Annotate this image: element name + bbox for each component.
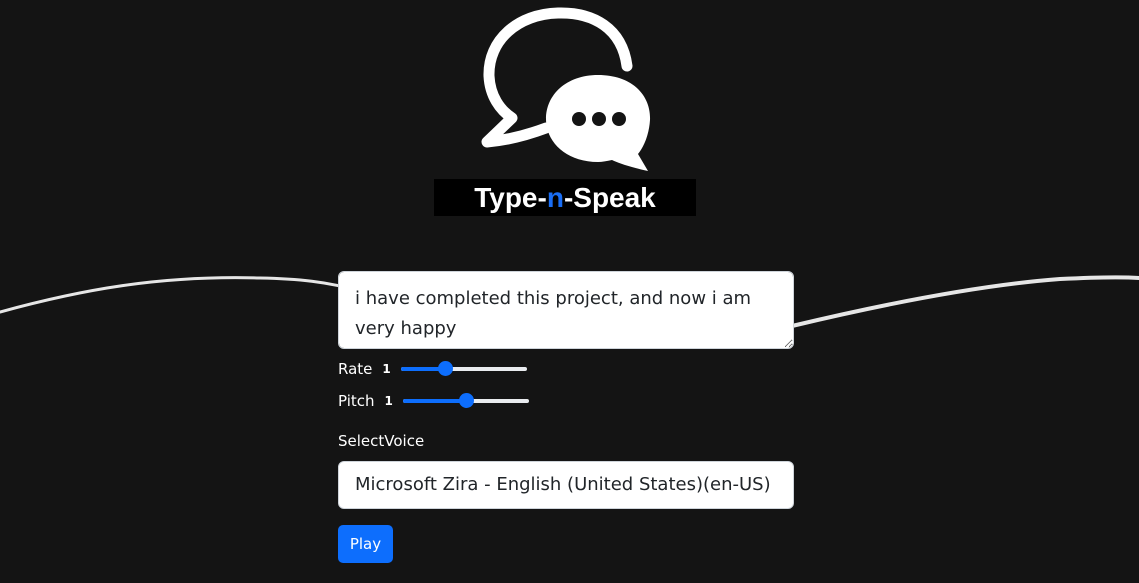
pitch-slider-thumb[interactable] (458, 393, 474, 408)
rate-label: Rate (338, 360, 373, 378)
pitch-label: Pitch (338, 392, 375, 410)
rate-value: 1 (382, 362, 391, 376)
voice-select[interactable]: Microsoft Zira - English (United States)… (338, 461, 794, 509)
rate-slider[interactable] (400, 361, 527, 376)
chat-bubbles-icon (481, 7, 651, 171)
pitch-slider-fill (402, 399, 466, 403)
app-title-prefix: Type- (474, 182, 547, 213)
play-button[interactable]: Play (338, 525, 393, 563)
pitch-control: Pitch 1 (338, 390, 529, 412)
app-title-suffix: -Speak (563, 182, 656, 213)
rate-slider-thumb[interactable] (437, 361, 453, 376)
pitch-value: 1 (384, 394, 393, 408)
rate-control: Rate 1 (338, 358, 527, 380)
app-title: Type-n-Speak (434, 179, 696, 216)
pitch-slider[interactable] (402, 393, 529, 408)
speech-text-input[interactable]: i have completed this project, and now i… (338, 271, 794, 349)
voice-select-label: SelectVoice (338, 432, 425, 450)
app-title-accent: n (546, 182, 564, 213)
app-page: Type-n-Speak i have completed this proje… (0, 0, 1139, 583)
